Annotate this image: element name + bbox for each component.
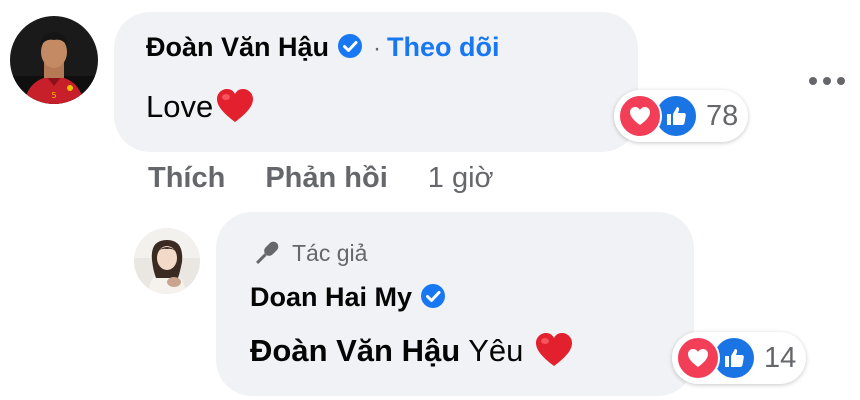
heart-emoji-icon: [215, 88, 255, 132]
author-mic-icon: [256, 241, 279, 264]
follow-separator: ·: [373, 35, 382, 62]
svg-text:5: 5: [51, 91, 56, 100]
author-tag-label: Tác giả: [292, 239, 368, 266]
follow-button[interactable]: Theo dõi: [387, 32, 499, 62]
comment-text: Love: [146, 88, 255, 132]
heart-emoji-icon: [534, 332, 574, 376]
comment-text-body: Love: [146, 89, 214, 124]
verified-badge-icon: [337, 33, 363, 59]
author-tag: Tác giả: [250, 236, 367, 270]
more-options-icon[interactable]: [809, 77, 845, 85]
comment-timestamp[interactable]: 1 giờ: [428, 162, 494, 194]
reply-mention-link[interactable]: Đoàn Văn Hậu: [250, 333, 460, 368]
reaction-count: 14: [764, 341, 797, 374]
reaction-count: 78: [706, 99, 739, 132]
love-reaction-icon: [618, 94, 662, 138]
reply-text-body: Yêu: [468, 333, 524, 368]
reply-action[interactable]: Phản hồi: [265, 162, 387, 194]
reply-header: Doan Hai My: [250, 282, 446, 313]
comment-author-name[interactable]: Đoàn Văn Hậu: [146, 32, 329, 62]
verified-badge-icon: [420, 283, 446, 309]
reply-reaction-summary[interactable]: 14: [672, 332, 807, 384]
reply-author-name[interactable]: Doan Hai My: [250, 282, 412, 312]
comment-header: Đoàn Văn Hậu · Theo dõi: [146, 32, 500, 63]
comment-actions: Thích Phản hồi 1 giờ: [148, 162, 494, 195]
reaction-summary[interactable]: 78: [614, 90, 749, 142]
reply-avatar[interactable]: [134, 228, 200, 294]
commenter-avatar[interactable]: 5: [10, 16, 98, 104]
like-action[interactable]: Thích: [148, 162, 225, 194]
reply-text: Đoàn Văn Hậu Yêu: [250, 332, 574, 376]
love-reaction-icon: [676, 336, 720, 380]
